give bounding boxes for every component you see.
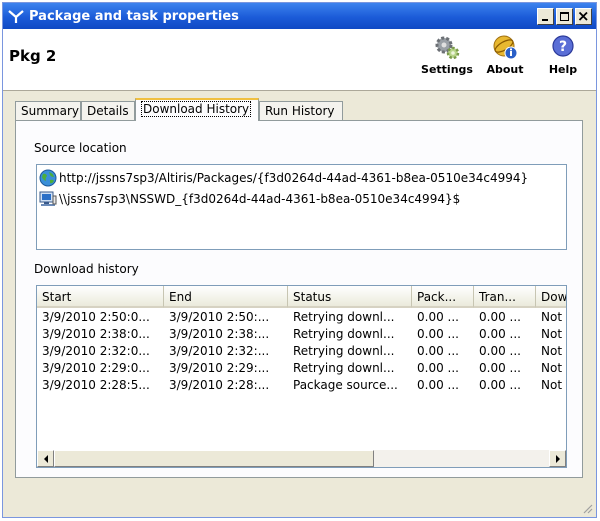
horizontal-scrollbar[interactable]: [37, 450, 566, 467]
minimize-button[interactable]: [537, 7, 554, 25]
tab-summary[interactable]: Summary: [15, 101, 81, 120]
scroll-left-icon: [43, 454, 48, 463]
help-button[interactable]: ? Help: [543, 33, 583, 76]
cell-transfer: 0.00 ...: [479, 378, 521, 392]
cell-download: Not: [541, 327, 563, 341]
tab-download-history[interactable]: Download History: [135, 98, 259, 121]
about-info-icon: [493, 35, 518, 60]
column-header-transfer[interactable]: Tran...: [474, 286, 536, 308]
globe-icon: [39, 169, 57, 187]
cell-transfer: 0.00 ...: [479, 327, 521, 341]
column-header-end[interactable]: End: [164, 286, 288, 308]
cell-transfer: 0.00 ...: [479, 344, 521, 358]
cell-start: 3/9/2010 2:29:0...: [42, 361, 150, 375]
about-button[interactable]: About: [483, 33, 527, 76]
cell-status: Retrying downl...: [293, 361, 395, 375]
help-question-icon: ?: [552, 35, 574, 57]
network-share-icon: [39, 191, 57, 206]
cell-end: 3/9/2010 2:38:...: [169, 327, 270, 341]
source-location-list[interactable]: http://jssns7sp3/Altiris/Packages/{f3d02…: [36, 164, 567, 250]
tab-run-history[interactable]: Run History: [259, 101, 343, 120]
cell-download: Not: [541, 310, 563, 324]
download-history-table[interactable]: Start End Status Pack... Tran... Dow 3/9…: [36, 285, 567, 468]
title-bar[interactable]: Package and task properties: [3, 3, 596, 29]
cell-end: 3/9/2010 2:32:...: [169, 344, 270, 358]
tab-details[interactable]: Details: [81, 101, 135, 120]
cell-status: Retrying downl...: [293, 344, 395, 358]
package-name: Pkg 2: [9, 47, 57, 65]
close-button[interactable]: [575, 7, 592, 25]
resize-grip-icon[interactable]: [581, 502, 593, 514]
app-logo-icon: [8, 10, 24, 23]
table-row[interactable]: 3/9/2010 2:38:0... 3/9/2010 2:38:... Ret…: [37, 327, 566, 344]
cell-start: 3/9/2010 2:38:0...: [42, 327, 150, 341]
settings-button[interactable]: Settings: [421, 33, 473, 76]
tab-summary-label: Summary: [21, 104, 79, 118]
table-header: Start End Status Pack... Tran... Dow: [37, 286, 566, 308]
cell-download: Not: [541, 378, 563, 392]
cell-status: Package source...: [293, 378, 398, 392]
maximize-icon: [560, 11, 569, 21]
scroll-left-button[interactable]: [37, 450, 54, 467]
cell-package: 0.00 ...: [417, 310, 459, 324]
maximize-button[interactable]: [556, 7, 573, 25]
settings-gears-icon: [435, 36, 460, 60]
cell-status: Retrying downl...: [293, 327, 395, 341]
cell-start: 3/9/2010 2:50:0...: [42, 310, 150, 324]
cell-status: Retrying downl...: [293, 310, 395, 324]
cell-transfer: 0.00 ...: [479, 361, 521, 375]
source-entry[interactable]: \\jssns7sp3\NSSWD_{f3d0264d-44ad-4361-b8…: [39, 190, 460, 208]
column-header-download[interactable]: Dow: [536, 286, 566, 308]
tab-details-label: Details: [87, 104, 129, 118]
cell-end: 3/9/2010 2:50:...: [169, 310, 270, 324]
table-row[interactable]: 3/9/2010 2:29:0... 3/9/2010 2:29:... Ret…: [37, 361, 566, 378]
window-title: Package and task properties: [29, 8, 239, 24]
header-area: Pkg 2 Settings About ? Help: [3, 29, 596, 91]
column-header-start[interactable]: Start: [37, 286, 164, 308]
help-label: Help: [548, 63, 578, 76]
cell-package: 0.00 ...: [417, 378, 459, 392]
minimize-icon: [542, 18, 548, 21]
cell-transfer: 0.00 ...: [479, 310, 521, 324]
table-row[interactable]: 3/9/2010 2:50:0... 3/9/2010 2:50:... Ret…: [37, 310, 566, 327]
cell-package: 0.00 ...: [417, 327, 459, 341]
source-location-label: Source location: [34, 141, 127, 155]
scroll-right-button[interactable]: [549, 450, 566, 467]
table-row[interactable]: 3/9/2010 2:28:5... 3/9/2010 2:28:... Pac…: [37, 378, 566, 395]
cell-end: 3/9/2010 2:28:...: [169, 378, 270, 392]
column-header-status[interactable]: Status: [288, 286, 412, 308]
about-label: About: [486, 63, 524, 76]
download-history-label: Download history: [34, 262, 139, 276]
svg-text:?: ?: [559, 39, 567, 55]
column-header-package[interactable]: Pack...: [412, 286, 474, 308]
cell-package: 0.00 ...: [417, 361, 459, 375]
cell-start: 3/9/2010 2:28:5...: [42, 378, 150, 392]
source-entry[interactable]: http://jssns7sp3/Altiris/Packages/{f3d02…: [39, 169, 528, 187]
close-icon: [578, 11, 588, 21]
tab-run-history-label: Run History: [265, 104, 335, 118]
properties-window: Package and task properties Pkg 2 Settin…: [2, 2, 597, 518]
cell-package: 0.00 ...: [417, 344, 459, 358]
settings-label: Settings: [421, 63, 473, 76]
cell-end: 3/9/2010 2:29:...: [169, 361, 270, 375]
cell-start: 3/9/2010 2:32:0...: [42, 344, 150, 358]
table-row[interactable]: 3/9/2010 2:32:0... 3/9/2010 2:32:... Ret…: [37, 344, 566, 361]
tab-download-history-label: Download History: [141, 101, 252, 117]
download-history-panel: Source location http://jssns7sp3/Altiris…: [15, 120, 583, 478]
source-unc-text: \\jssns7sp3\NSSWD_{f3d0264d-44ad-4361-b8…: [59, 192, 461, 206]
scroll-right-icon: [555, 454, 560, 463]
cell-download: Not: [541, 361, 563, 375]
cell-download: Not: [541, 344, 563, 358]
source-url-text: http://jssns7sp3/Altiris/Packages/{f3d02…: [59, 171, 529, 185]
scrollbar-thumb[interactable]: [54, 450, 374, 467]
